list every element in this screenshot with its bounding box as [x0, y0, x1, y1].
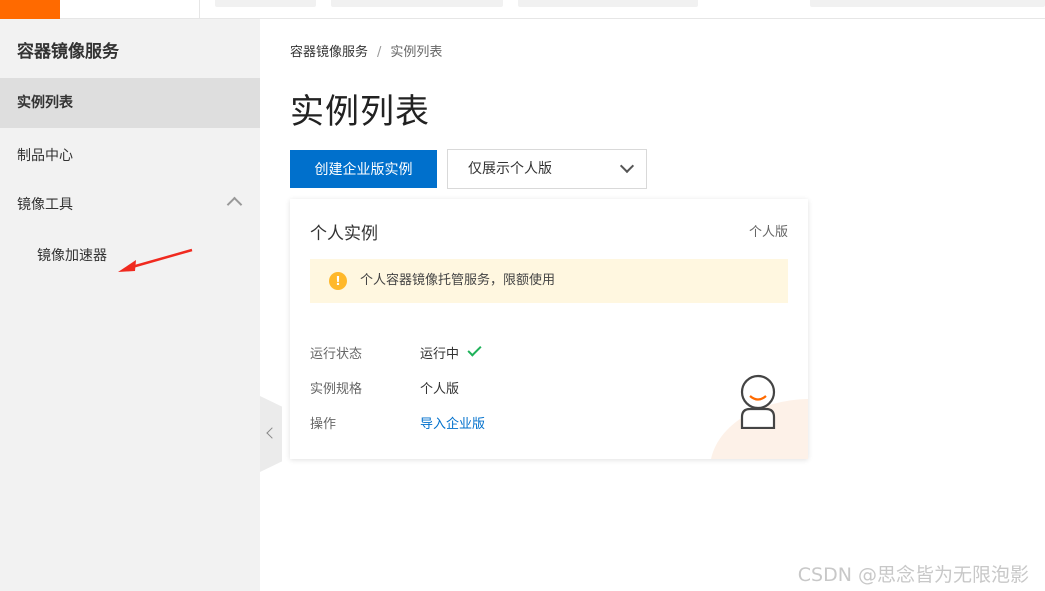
page-title: 实例列表 — [290, 92, 430, 132]
sidebar-collapse-handle[interactable] — [260, 396, 282, 472]
sidebar-item-label: 制品中心 — [17, 148, 73, 164]
card-title: 个人实例 — [310, 224, 378, 244]
check-icon — [467, 342, 482, 357]
topbar-tab-1[interactable] — [215, 0, 316, 7]
edition-filter-select[interactable]: 仅展示个人版 — [447, 149, 647, 189]
sidebar: 容器镜像服务 实例列表 制品中心 镜像工具 镜像加速器 — [0, 19, 260, 591]
sidebar-item-label: 镜像工具 — [17, 197, 73, 213]
create-enterprise-instance-button[interactable]: 创建企业版实例 — [290, 150, 437, 188]
topbar-tab-4[interactable] — [810, 0, 1045, 7]
notice-text: 个人容器镜像托管服务，限额使用 — [360, 273, 556, 288]
topbar-tab-2[interactable] — [331, 0, 503, 7]
topbar-divider — [199, 0, 200, 19]
sidebar-item-instance-list[interactable]: 实例列表 — [0, 78, 260, 128]
sidebar-item-artifact-center[interactable]: 制品中心 — [0, 131, 260, 181]
spec-value: 个人版 — [420, 382, 460, 397]
topbar-tab-3[interactable] — [518, 0, 698, 7]
status-label: 运行状态 — [310, 347, 363, 362]
edition-filter-value: 仅展示个人版 — [468, 161, 552, 177]
sidebar-item-label: 实例列表 — [17, 95, 73, 111]
warning-icon: ! — [329, 272, 347, 290]
brand-logo[interactable] — [0, 0, 60, 19]
breadcrumb-current: 实例列表 — [390, 45, 443, 60]
watermark: CSDN @思念皆为无限泡影 — [797, 564, 1029, 586]
quota-notice: ! 个人容器镜像托管服务，限额使用 — [310, 259, 788, 303]
card-edition-badge: 个人版 — [748, 225, 788, 240]
sidebar-title: 容器镜像服务 — [17, 42, 119, 62]
chevron-down-icon — [619, 158, 635, 174]
breadcrumb: 容器镜像服务 / 实例列表 — [290, 41, 442, 60]
red-arrow-annotation — [118, 248, 193, 272]
breadcrumb-root[interactable]: 容器镜像服务 — [290, 45, 368, 60]
personal-instance-card[interactable]: 个人实例 个人版 ! 个人容器镜像托管服务，限额使用 运行状态 运行中 实例规格… — [290, 199, 808, 459]
action-label: 操作 — [310, 417, 337, 432]
spec-label: 实例规格 — [310, 382, 363, 397]
import-enterprise-link[interactable]: 导入企业版 — [420, 413, 485, 432]
status-value: 运行中 — [420, 342, 482, 362]
user-avatar-icon — [740, 374, 776, 429]
breadcrumb-separator: / — [377, 45, 382, 60]
status-text: 运行中 — [420, 347, 460, 362]
sidebar-item-image-tools[interactable]: 镜像工具 — [0, 180, 260, 230]
sidebar-item-label: 镜像加速器 — [37, 248, 107, 264]
chevron-left-icon — [266, 427, 278, 439]
top-navbar — [0, 0, 1045, 19]
chevron-up-icon[interactable] — [226, 196, 243, 213]
